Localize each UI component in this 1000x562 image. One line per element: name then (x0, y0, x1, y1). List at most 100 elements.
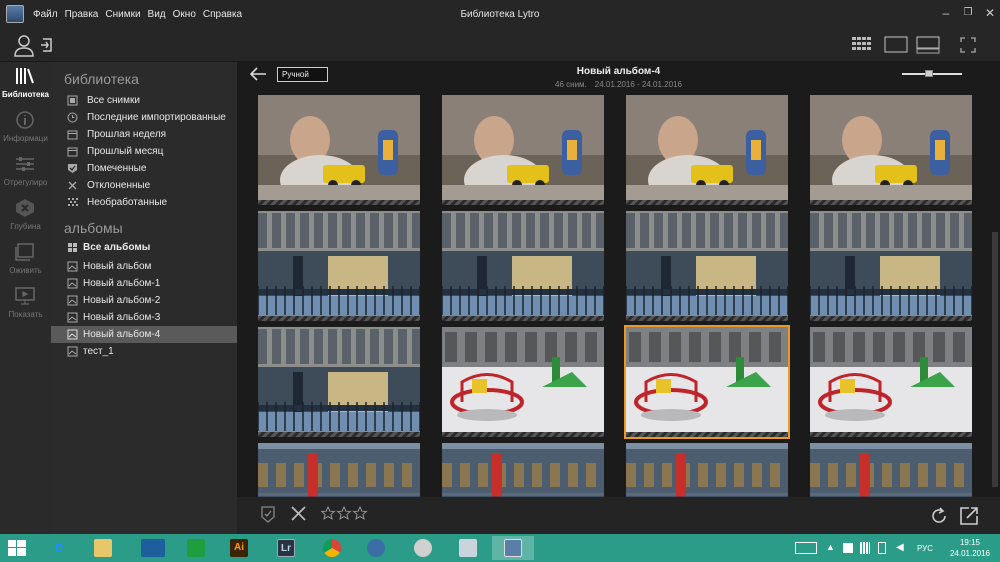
photo-thumbnail[interactable] (810, 95, 972, 205)
rating-stars[interactable] (321, 506, 369, 520)
photo-thumbnail[interactable] (442, 95, 604, 205)
photo-thumbnail[interactable] (626, 211, 788, 321)
thunderbird-icon (367, 539, 385, 557)
photo-thumbnail[interactable] (442, 211, 604, 321)
rail-library[interactable]: Библиотека (0, 64, 51, 108)
sidebar-item-label: Прошлый месяц (87, 146, 164, 157)
menu-window[interactable]: Окно (173, 9, 196, 20)
sidebar-item-last-week[interactable]: Прошлая неделя (51, 126, 237, 143)
logout-icon[interactable] (40, 38, 54, 52)
taskbar-ie[interactable]: e (38, 536, 80, 560)
tray-expand-icon[interactable]: ▲ (826, 542, 835, 562)
taskbar-lightroom[interactable]: Lr (265, 536, 307, 560)
sidebar-item-album-2[interactable]: Новый альбом-2 (51, 292, 237, 309)
rail-present[interactable]: Показать (0, 284, 51, 328)
rail-info[interactable]: Информаци (0, 108, 51, 152)
rail-label: Библиотека (2, 90, 49, 99)
lenovo-icon (141, 539, 165, 557)
photo-image (626, 443, 788, 497)
menu-help[interactable]: Справка (203, 9, 242, 20)
all-photos-icon (67, 95, 78, 106)
rail-depth[interactable]: Глубина (0, 196, 51, 240)
photo-thumbnail[interactable] (626, 443, 788, 497)
unprocessed-icon (68, 198, 78, 206)
sidebar-item-test-1[interactable]: тест_1 (51, 343, 237, 360)
keyboard-icon[interactable] (795, 542, 817, 554)
photo-thumbnail[interactable] (442, 443, 604, 497)
photo-thumbnail[interactable] (258, 443, 420, 497)
sidebar-item-album-3[interactable]: Новый альбом-3 (51, 309, 237, 326)
menu-file[interactable]: Файл (33, 9, 58, 20)
single-view-icon[interactable] (884, 35, 908, 55)
sidebar-item-all-albums[interactable]: Все альбомы (51, 239, 237, 256)
menu-edit[interactable]: Правка (65, 9, 99, 20)
zoom-slider-thumb[interactable] (925, 70, 934, 77)
sidebar-item-album-4[interactable]: Новый альбом-4 (51, 326, 237, 343)
sidebar-item-album-1[interactable]: Новый альбом-1 (51, 275, 237, 292)
taskbar-files-app[interactable] (447, 536, 489, 560)
volume-icon[interactable]: ◀ (896, 542, 904, 562)
taskbar-chrome[interactable] (311, 536, 353, 560)
photo-thumbnail[interactable] (624, 325, 790, 439)
library-heading: библиотека (64, 71, 139, 87)
restore-button[interactable]: ❐ (957, 7, 979, 18)
filmstrip-view-icon[interactable] (916, 35, 940, 55)
grid-view-icon[interactable] (851, 35, 873, 55)
minimize-button[interactable]: – (935, 6, 957, 20)
flag-tray-icon[interactable] (843, 543, 853, 553)
clock-time: 19:15 (959, 538, 981, 547)
rail-animate[interactable]: Оживить (0, 240, 51, 284)
battery-icon[interactable] (878, 542, 886, 554)
taskbar-audio-app[interactable] (402, 536, 444, 560)
photo-thumbnail[interactable] (258, 327, 420, 437)
windows-start-icon[interactable] (8, 540, 26, 556)
album-icon (67, 346, 78, 357)
sidebar-item-rejected[interactable]: Отклоненные (51, 177, 237, 194)
album-icon (67, 329, 78, 340)
photo-thumbnail[interactable] (442, 327, 604, 437)
taskbar-store[interactable] (175, 536, 217, 560)
reject-icon (68, 181, 77, 190)
user-icon[interactable] (12, 33, 36, 57)
photo-thumbnail[interactable] (258, 211, 420, 321)
menu-pictures[interactable]: Снимки (105, 9, 140, 20)
photo-thumbnail[interactable] (626, 95, 788, 205)
photo-image (442, 211, 604, 321)
refresh-icon[interactable] (929, 506, 949, 526)
photo-thumbnail[interactable] (258, 95, 420, 205)
language-indicator[interactable]: РУС (917, 544, 933, 562)
album-title: Новый альбом-4 (576, 66, 661, 77)
close-button[interactable]: ✕ (979, 6, 1000, 20)
sidebar-item-unprocessed[interactable]: Необработанные (51, 194, 237, 211)
sidebar-item-recent-imports[interactable]: Последние импортированные (51, 109, 237, 126)
taskbar-lytro[interactable] (492, 536, 534, 560)
photo-image (258, 443, 420, 497)
sidebar-item-flagged[interactable]: Помеченные (51, 160, 237, 177)
taskbar-explorer[interactable] (82, 536, 124, 560)
flag-icon[interactable] (261, 506, 275, 523)
photo-thumbnail[interactable] (810, 443, 972, 497)
lightfield-indicator (810, 200, 972, 205)
illustrator-icon: Ai (230, 539, 248, 557)
menu-view[interactable]: Вид (148, 9, 166, 20)
vertical-scrollbar[interactable] (992, 92, 998, 497)
taskbar-thunderbird[interactable] (355, 536, 397, 560)
rail-adjust[interactable]: Отрегулиро (0, 152, 51, 196)
internet-explorer-icon: e (54, 539, 64, 556)
network-icon[interactable] (860, 542, 870, 554)
reject-icon[interactable] (291, 506, 306, 521)
sidebar-item-all-photos[interactable]: Все снимки (51, 92, 237, 109)
sidebar-item-last-month[interactable]: Прошлый месяц (51, 143, 237, 160)
photo-thumbnail[interactable] (810, 327, 972, 437)
scrollbar-thumb[interactable] (992, 232, 998, 487)
date-range: 24.01.2016 - 24.01.2016 (594, 80, 682, 89)
lightfield-indicator (626, 200, 788, 205)
taskbar-lenovo[interactable] (132, 536, 174, 560)
sidebar-item-label: Прошлая неделя (87, 129, 167, 140)
photo-thumbnail[interactable] (810, 211, 972, 321)
export-icon[interactable] (959, 506, 979, 526)
clock[interactable]: 19:15 24.01.2016 (945, 537, 995, 559)
sidebar-item-album[interactable]: Новый альбом (51, 258, 237, 275)
fullscreen-icon[interactable] (959, 35, 977, 55)
taskbar-illustrator[interactable]: Ai (218, 536, 260, 560)
